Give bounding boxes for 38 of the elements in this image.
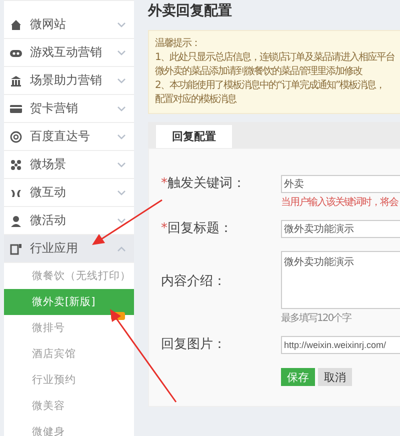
field-label: *触发关键词： (160, 175, 246, 193)
field-label: 内容介绍： (160, 273, 227, 291)
card-icon (10, 102, 22, 114)
field-label: *回复标题： (160, 220, 234, 238)
sidebar-item[interactable]: 行业应用 (4, 235, 134, 263)
dots-icon (10, 158, 22, 170)
person-icon (10, 214, 22, 226)
arrow-drawing (92, 199, 162, 245)
sidebar-item[interactable]: 微网站 (4, 11, 134, 39)
chevron-down-icon (117, 134, 126, 140)
sidebar-item[interactable]: 微场景 (4, 151, 134, 179)
sidebar-item[interactable]: 贺卡营销 (4, 95, 134, 123)
chevron-down-icon (117, 190, 126, 196)
text-area[interactable]: 微外卖功能演示 (281, 251, 400, 309)
input-field[interactable]: http://weixin.weixinrj.com/ (281, 336, 400, 354)
input-field[interactable]: 外卖 (281, 175, 400, 193)
bank-icon (10, 74, 22, 86)
error-hint: 当用户输入该关键词时，将会 (281, 196, 400, 209)
chevron-down-icon (117, 50, 126, 56)
field-label: 回复图片： (160, 336, 227, 354)
chevron-up-icon (117, 246, 126, 252)
chevron-down-icon (117, 162, 126, 168)
tab[interactable]: 回复配置 (156, 125, 232, 148)
input-field[interactable]: 微外卖功能演示 (281, 220, 400, 238)
hint-text: 最多填写120个字 (281, 312, 352, 325)
tablet-icon (10, 242, 22, 254)
cancel-button[interactable]: 取消 (318, 368, 352, 386)
sidebar-item[interactable]: 场景助力营销 (4, 67, 134, 95)
house-icon (10, 18, 22, 30)
page-title: 外卖回复配置 (148, 2, 233, 21)
sidebar-item[interactable]: 游戏互动营销 (4, 39, 134, 67)
chevron-down-icon (117, 78, 126, 84)
chevron-down-icon (117, 22, 126, 28)
sidebar-item[interactable]: 微互动 (4, 179, 134, 207)
chevron-down-icon (117, 106, 126, 112)
sidebar-item[interactable]: 百度直达号 (4, 123, 134, 151)
notice-text: 温馨提示： 1、此处只显示总店信息，连锁店订单及菜品请进入相应平台 微外卖的菜品添加请到微餐饮的菜品管理里添加修改 2、本功能使用了模板消息中的“订单完成通知”模板消息， 配置对应的模板消息 (148, 30, 400, 114)
chevron-down-icon (117, 218, 126, 224)
